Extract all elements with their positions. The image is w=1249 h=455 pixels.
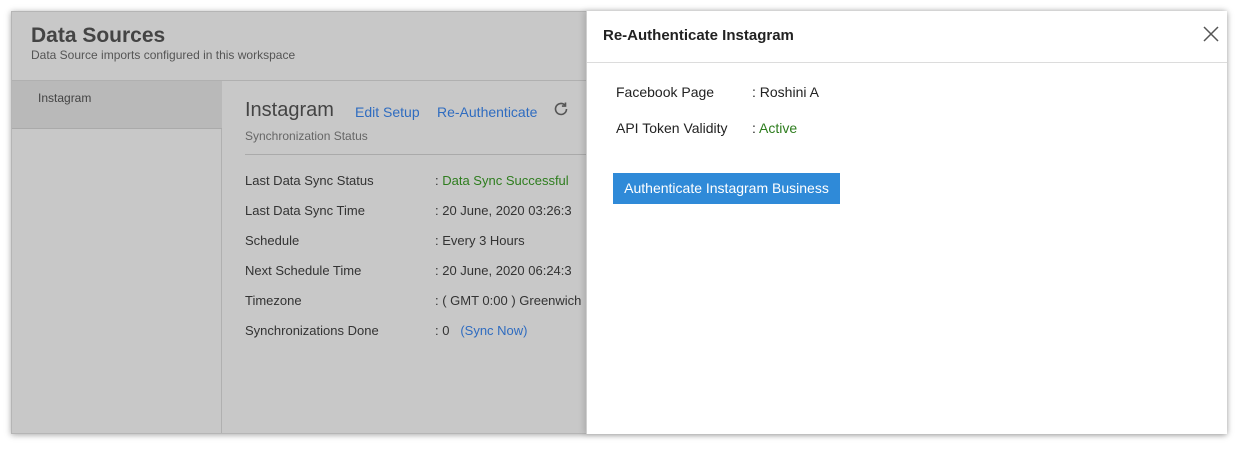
sync-now-link[interactable]: (Sync Now) xyxy=(460,323,527,338)
sidebar-item-label: Instagram xyxy=(38,91,92,105)
data-source-title: Instagram xyxy=(245,99,334,121)
authenticate-instagram-business-button[interactable]: Authenticate Instagram Business xyxy=(613,173,840,204)
detail-key: Next Schedule Time xyxy=(245,263,362,278)
field-label: Facebook Page xyxy=(616,84,715,100)
field-label: API Token Validity xyxy=(616,120,728,136)
detail-key: Last Data Sync Time xyxy=(245,203,365,218)
detail-value: : 0 (Sync Now) xyxy=(435,323,528,338)
detail-key: Timezone xyxy=(245,293,302,308)
detail-row-next-schedule-time: Next Schedule Time : 20 June, 2020 06:24… xyxy=(245,263,615,281)
detail-row-last-sync-time: Last Data Sync Time : 20 June, 2020 03:2… xyxy=(245,203,615,221)
detail-key: Last Data Sync Status xyxy=(245,173,374,188)
re-authenticate-link[interactable]: Re-Authenticate xyxy=(437,104,537,120)
page-subtitle: Data Source imports configured in this w… xyxy=(31,48,296,62)
page-title: Data Sources xyxy=(31,24,166,47)
token-status: Active xyxy=(759,120,798,136)
edit-setup-link[interactable]: Edit Setup xyxy=(355,104,420,120)
sync-success-status: Data Sync Successful xyxy=(442,173,569,188)
dialog-divider xyxy=(587,62,1227,63)
sidebar-item-instagram[interactable]: Instagram xyxy=(12,81,222,129)
detail-value: : Every 3 Hours xyxy=(435,233,525,248)
detail-row-timezone: Timezone : ( GMT 0:00 ) Greenwich xyxy=(245,293,615,311)
detail-key: Schedule xyxy=(245,233,300,248)
detail-value: : 20 June, 2020 03:26:3 xyxy=(435,203,572,218)
refresh-icon[interactable] xyxy=(552,100,570,118)
field-value: : Active xyxy=(752,120,798,136)
detail-value: : 20 June, 2020 06:24:3 xyxy=(435,263,572,278)
sidebar: Instagram xyxy=(12,81,222,433)
detail-key: Synchronizations Done xyxy=(245,323,379,338)
dialog-title: Re-Authenticate Instagram xyxy=(603,27,794,44)
re-authenticate-dialog: Re-Authenticate Instagram Facebook Page … xyxy=(586,11,1227,434)
detail-row-schedule: Schedule : Every 3 Hours xyxy=(245,233,615,251)
field-value: : Roshini A xyxy=(752,84,819,100)
detail-value: : ( GMT 0:00 ) Greenwich xyxy=(435,293,582,308)
detail-value: : Data Sync Successful xyxy=(435,173,569,188)
main-panel: Instagram Edit Setup Re-Authenticate Syn… xyxy=(223,81,605,433)
detail-row-last-sync-status: Last Data Sync Status : Data Sync Succes… xyxy=(245,173,615,191)
sync-status-label: Synchronization Status xyxy=(245,129,368,143)
close-icon[interactable] xyxy=(1200,23,1222,45)
divider xyxy=(245,154,605,155)
detail-row-synchronizations-done: Synchronizations Done : 0 (Sync Now) xyxy=(245,323,615,341)
